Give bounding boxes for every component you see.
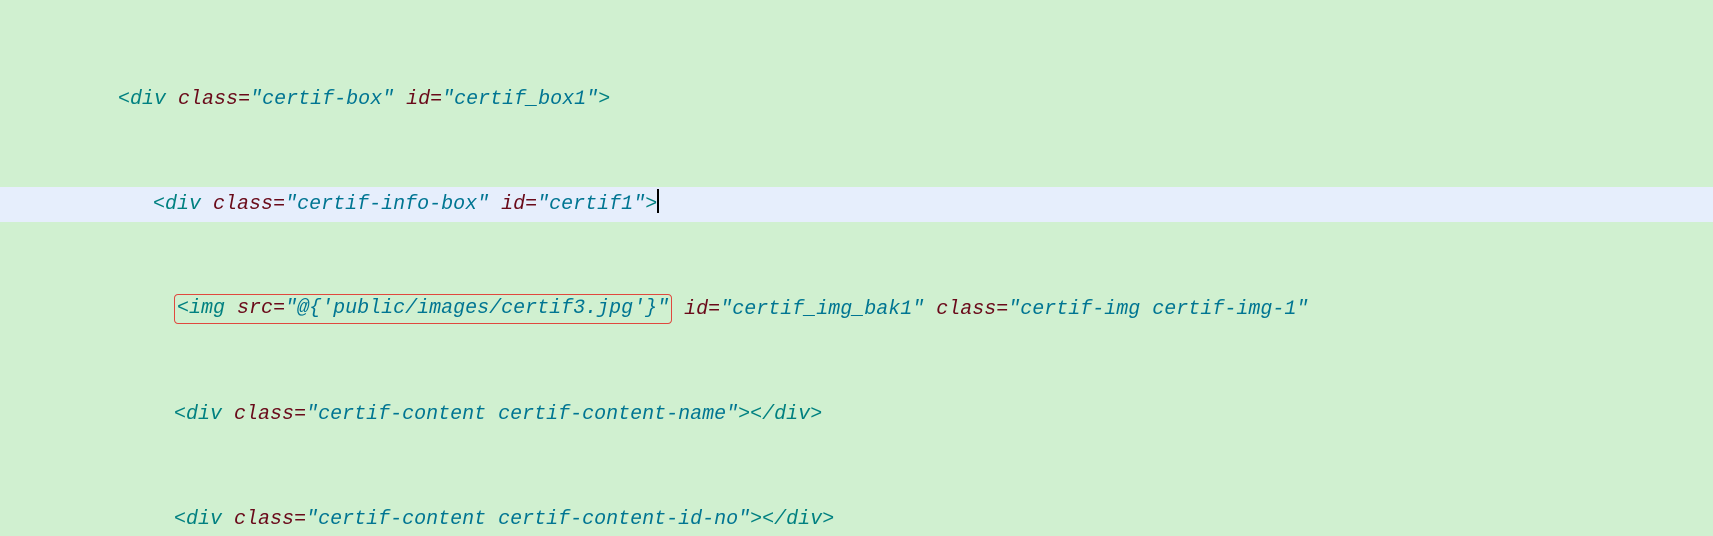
highlighted-region: <img src="@{'public/images/certif3.jpg'}… — [174, 294, 672, 324]
attr-value: "certif-content certif-content-name" — [306, 403, 738, 426]
punct: > — [645, 193, 657, 216]
punct: > — [822, 508, 834, 531]
attr-name: class — [234, 508, 294, 531]
punct: ></ — [738, 403, 774, 426]
attr-value: "certif_img_bak1" — [720, 298, 924, 321]
tag-name: div — [786, 508, 822, 531]
attr-value: "certif-box" — [250, 88, 394, 111]
punct: < — [174, 508, 186, 531]
code-line[interactable]: <div class="certif-box" id="certif_box1"… — [0, 82, 1713, 117]
code-line[interactable]: <img src="@{'public/images/certif3.jpg'}… — [0, 292, 1713, 327]
attr-name: id — [501, 193, 525, 216]
tag-name: div — [186, 508, 222, 531]
tag-name: div — [130, 88, 166, 111]
attr-name: class — [936, 298, 996, 321]
tag-name: div — [165, 193, 201, 216]
attr-name: class — [234, 403, 294, 426]
code-line[interactable]: <div class="certif-content certif-conten… — [0, 397, 1713, 432]
tag-name: div — [186, 403, 222, 426]
cursor — [657, 189, 659, 213]
punct: < — [174, 403, 186, 426]
tag-name: img — [189, 297, 225, 320]
attr-name: src — [237, 297, 273, 320]
punct: > — [810, 403, 822, 426]
punct: > — [598, 88, 610, 111]
attr-value: "certif_box1" — [442, 88, 598, 111]
punct: ></ — [750, 508, 786, 531]
attr-name: class — [178, 88, 238, 111]
punct: < — [118, 88, 130, 111]
code-line-active[interactable]: <div class="certif-info-box" id="certif1… — [0, 187, 1713, 222]
attr-value: "certif-img certif-img-1" — [1008, 298, 1308, 321]
tag-name: div — [774, 403, 810, 426]
punct: < — [177, 297, 189, 320]
attr-name: class — [213, 193, 273, 216]
punct: < — [153, 193, 165, 216]
code-editor[interactable]: <div class="certif-box" id="certif_box1"… — [0, 0, 1713, 536]
attr-name: id — [406, 88, 430, 111]
attr-value: "certif1" — [537, 193, 645, 216]
attr-name: id — [684, 298, 708, 321]
code-line[interactable]: <div class="certif-content certif-conten… — [0, 502, 1713, 536]
attr-value: "@{'public/images/certif3.jpg'}" — [285, 297, 669, 320]
attr-value: "certif-info-box" — [285, 193, 489, 216]
attr-value: "certif-content certif-content-id-no" — [306, 508, 750, 531]
